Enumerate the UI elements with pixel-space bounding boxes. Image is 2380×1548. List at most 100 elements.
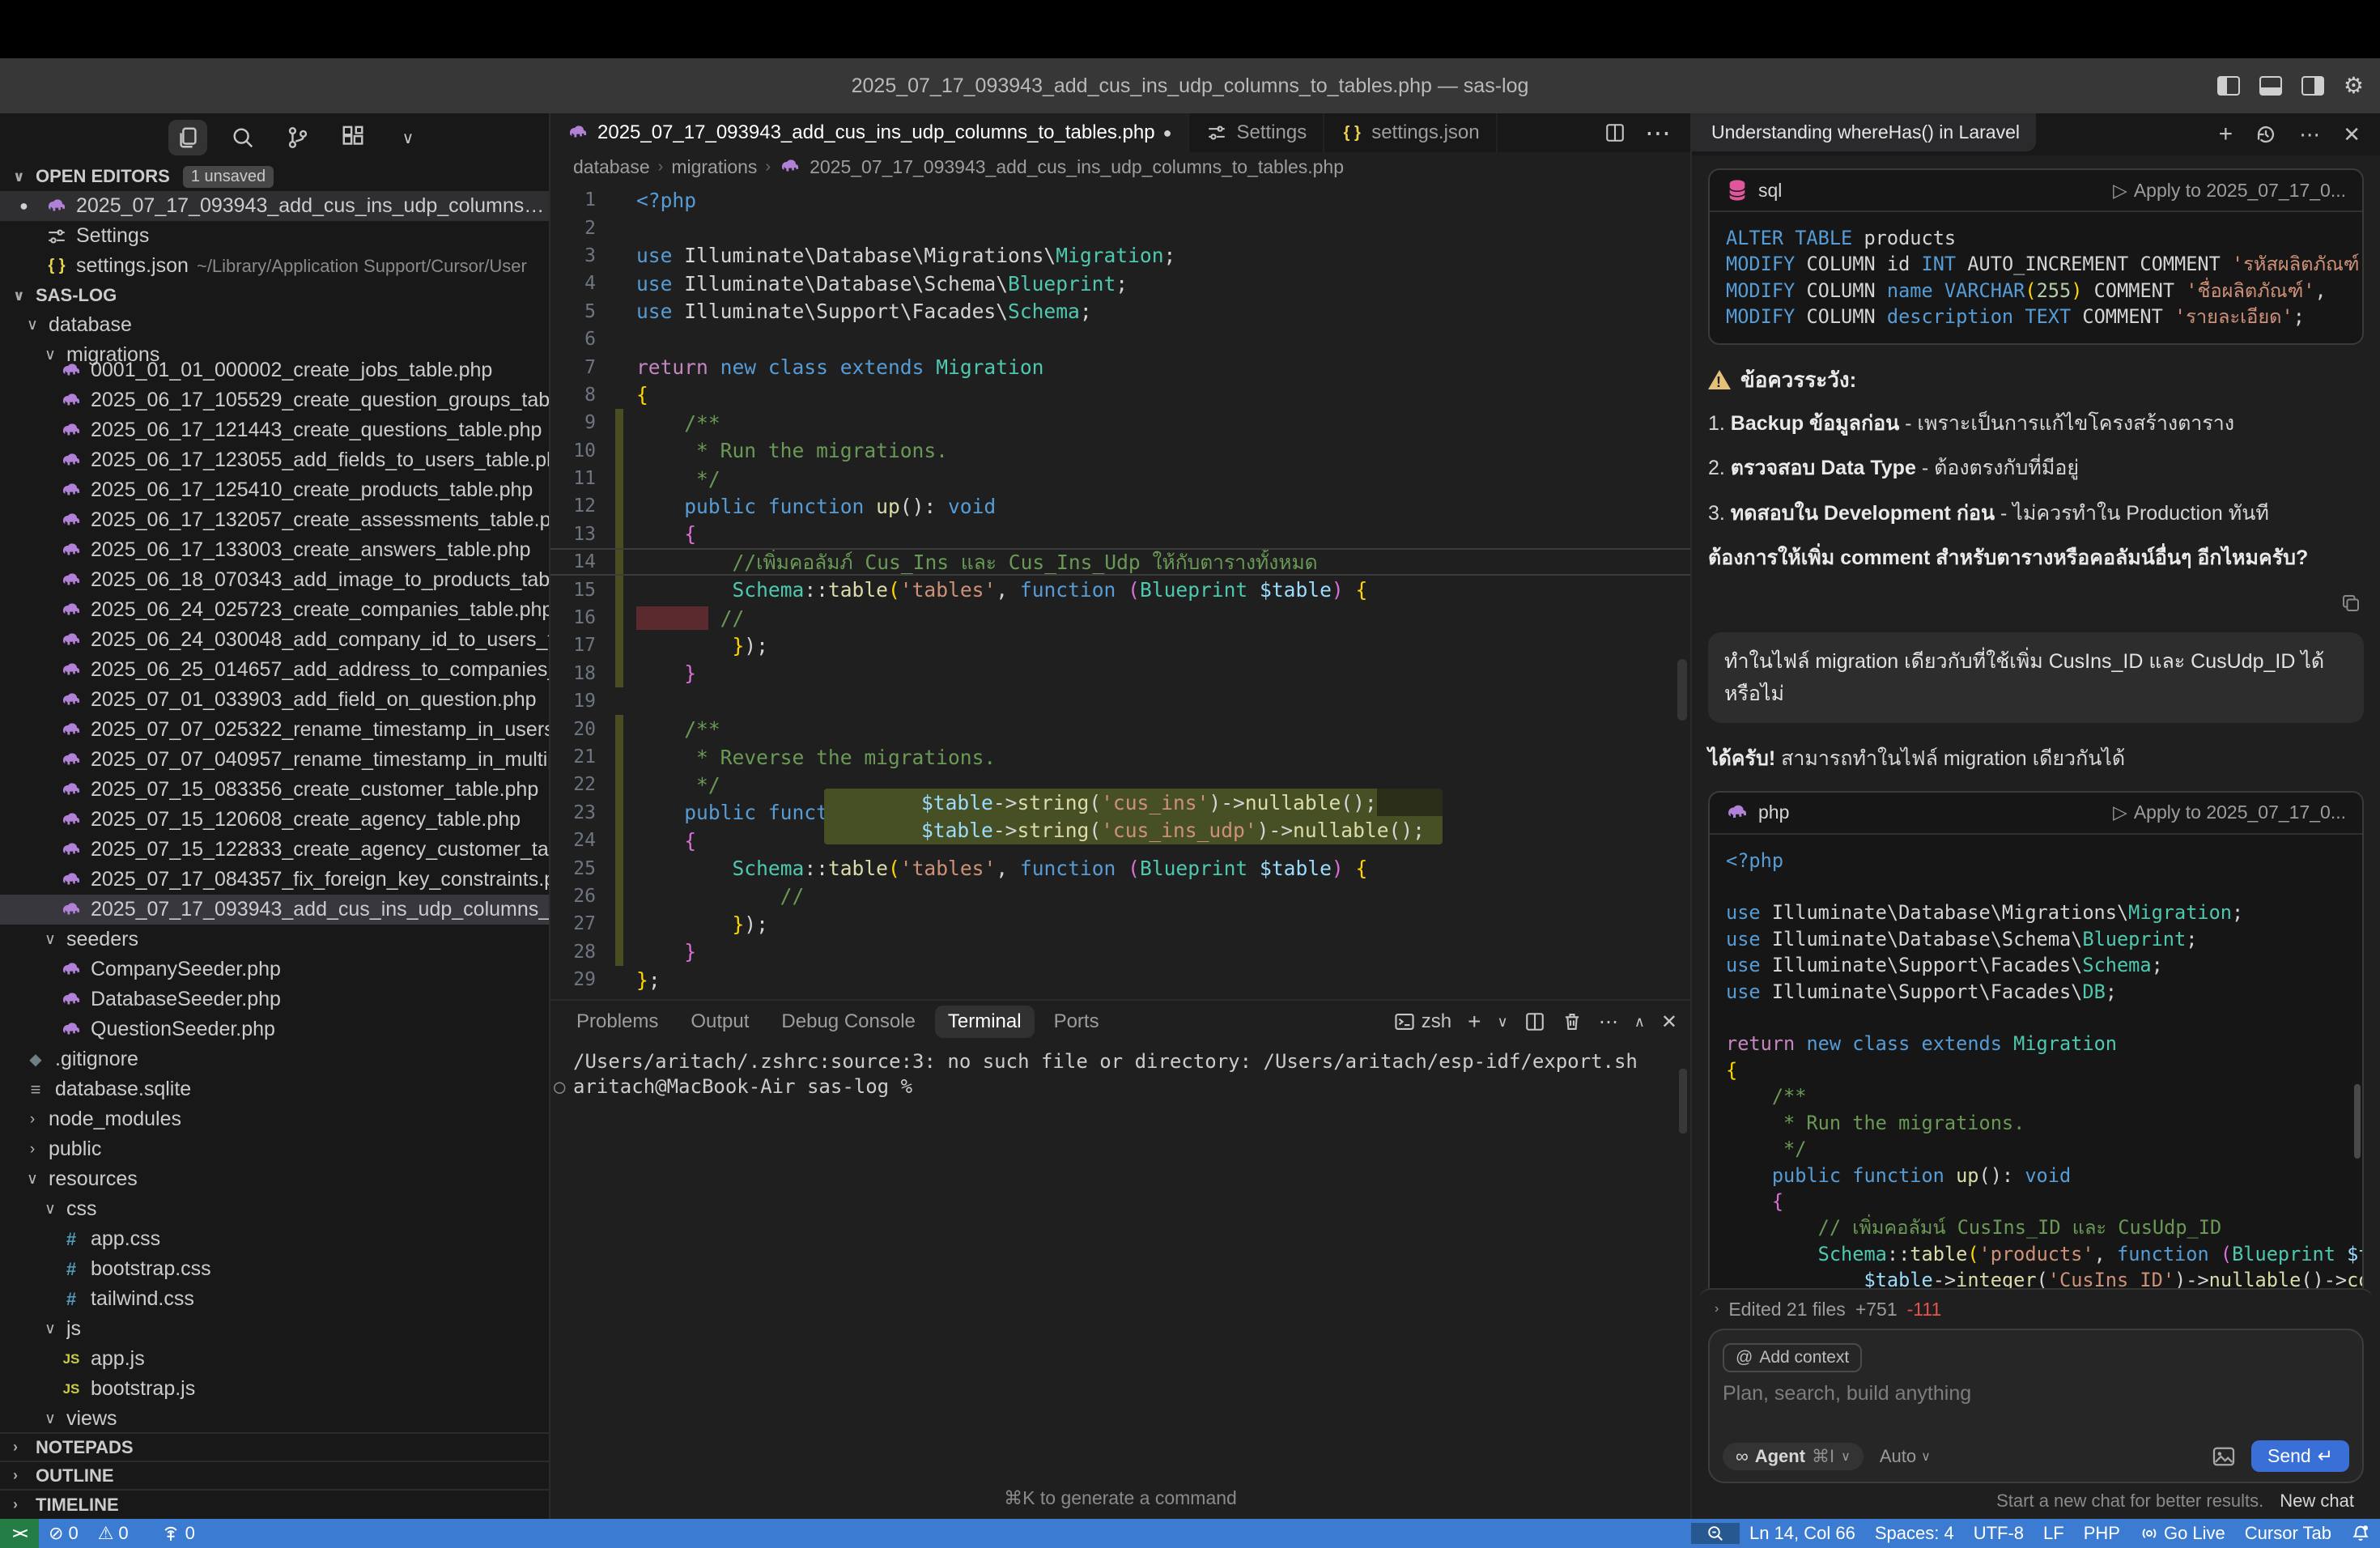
chat-messages[interactable]: sql ▷Apply to 2025_07_17_0... ALTER TABL… (1692, 155, 2380, 1288)
tree-file[interactable]: 2025_07_17_093943_add_cus_ins_udp_column… (0, 895, 549, 925)
status-ports-icon[interactable]: 0 (151, 1523, 205, 1544)
send-button[interactable]: Send↵ (2251, 1440, 2349, 1472)
chat-tab[interactable]: Understanding whereHas() in Laravel (1692, 113, 2036, 151)
code-line-11[interactable]: 11 */ (550, 465, 1690, 492)
code-line-6[interactable]: 6 (550, 325, 1690, 353)
tree-file[interactable]: 2025_06_24_025723_create_companies_table… (0, 595, 549, 625)
code-line-26[interactable]: 26 // (550, 882, 1690, 910)
code-editor[interactable]: 1<?php23use Illuminate\Database\Migratio… (550, 181, 1690, 999)
search-icon[interactable] (223, 120, 262, 155)
code-line-12[interactable]: 12 public function up(): void (550, 492, 1690, 520)
breadcrumb-item[interactable]: database (573, 156, 650, 178)
status-item-lf[interactable]: LF (2034, 1523, 2074, 1544)
inline-ai-suggestion[interactable]: $table->string('cus_ins')->nullable();$t… (824, 789, 1443, 844)
tree-file[interactable]: 2025_06_17_125410_create_products_table.… (0, 475, 549, 505)
tree-folder-seeders[interactable]: ∨seeders (0, 925, 549, 955)
project-root-header[interactable]: ∨ SAS-LOG (0, 281, 549, 310)
agent-mode-selector[interactable]: ∞Agent⌘I∨ (1723, 1443, 1864, 1470)
code-line-10[interactable]: 10 * Run the migrations. (550, 437, 1690, 465)
open-editor-item[interactable]: Settings (0, 221, 549, 251)
code-line-7[interactable]: 7return new class extends Migration (550, 353, 1690, 381)
code-line-29[interactable]: 29}; (550, 966, 1690, 993)
open-editors-icon[interactable] (168, 120, 207, 155)
collapse-panel-icon[interactable]: ∧ (1634, 1014, 1645, 1031)
code-line-2[interactable]: 2 (550, 214, 1690, 241)
tree-file[interactable]: 2025_06_17_123055_add_fields_to_users_ta… (0, 445, 549, 475)
new-chat-icon[interactable]: + (2219, 121, 2233, 148)
panel-tab-ports[interactable]: Ports (1041, 1006, 1112, 1038)
attach-image-icon[interactable] (2212, 1447, 2235, 1466)
tree-file[interactable]: 2025_06_18_070343_add_image_to_products_… (0, 565, 549, 595)
panel-tab-terminal[interactable]: Terminal (935, 1006, 1035, 1038)
tree-folder-database[interactable]: ∨database (0, 310, 549, 340)
tree-file[interactable]: 2025_07_07_025322_rename_timestamp_in_us… (0, 715, 549, 745)
apply-button[interactable]: ▷Apply to 2025_07_17_0... (2113, 802, 2346, 823)
tree-file[interactable]: JSbootstrap.js (0, 1374, 549, 1404)
edited-files-row[interactable]: › Edited 21 files +751-111 (1698, 1290, 2374, 1329)
tree-file[interactable]: 2025_06_24_030048_add_company_id_to_user… (0, 625, 549, 655)
code-line-28[interactable]: 28 } (550, 938, 1690, 966)
status-item-utf-8[interactable]: UTF-8 (1964, 1523, 2034, 1544)
open-editors-header[interactable]: ∨ OPEN EDITORS 1 unsaved (0, 162, 549, 191)
tree-file[interactable]: #tailwind.css (0, 1284, 549, 1314)
code-line-18[interactable]: 18 } (550, 660, 1690, 687)
dropdown-icon[interactable]: ∨ (1498, 1014, 1508, 1031)
open-editor-item[interactable]: ●2025_07_17_093943_add_cus_ins_udp_colum… (0, 191, 549, 221)
tree-folder-node_modules[interactable]: ›node_modules (0, 1104, 549, 1134)
breadcrumb[interactable]: database›migrations›2025_07_17_093943_ad… (550, 152, 1690, 181)
model-selector[interactable]: Auto∨ (1880, 1446, 1931, 1467)
remote-indicator[interactable]: >< (0, 1519, 39, 1548)
notifications-bell-icon[interactable] (2341, 1524, 2380, 1543)
code-line-27[interactable]: 27 }); (550, 910, 1690, 938)
trash-icon[interactable] (1562, 1011, 1583, 1032)
source-control-icon[interactable] (278, 120, 317, 155)
new-terminal-icon[interactable]: + (1468, 1009, 1481, 1035)
panel-tab-debug-console[interactable]: Debug Console (768, 1006, 928, 1038)
close-icon[interactable]: ✕ (2343, 122, 2361, 147)
apply-button[interactable]: ▷Apply to 2025_07_17_0... (2113, 180, 2346, 202)
tree-file[interactable]: DatabaseSeeder.php (0, 985, 549, 1014)
status-item-cursor-tab[interactable]: Cursor Tab (2235, 1523, 2341, 1544)
code-line-1[interactable]: 1<?php (550, 186, 1690, 214)
user-message[interactable]: ทำในไฟล์ migration เดียวกับที่ใช้เพิ่ม C… (1708, 632, 2364, 723)
shell-indicator[interactable]: zsh (1394, 1010, 1451, 1033)
toggle-panel-icon[interactable] (2259, 76, 2282, 96)
tree-file[interactable]: 2025_07_15_083356_create_customer_table.… (0, 775, 549, 805)
editor-scrollbar[interactable] (1677, 659, 1687, 721)
tree-file[interactable]: 2025_07_15_122833_create_agency_customer… (0, 835, 549, 865)
tree-file[interactable]: 2025_07_07_040957_rename_timestamp_in_mu… (0, 745, 549, 775)
code-line-14[interactable]: 14 //เพิ่มคอลัมภ์ Cus_Ins และ Cus_Ins_Ud… (550, 548, 1690, 576)
status-item-php[interactable]: PHP (2074, 1523, 2130, 1544)
chat-input-placeholder[interactable]: Plan, search, build anything (1723, 1382, 2349, 1431)
add-context-button[interactable]: @Add context (1723, 1343, 1862, 1372)
chat-input-box[interactable]: @Add context Plan, search, build anythin… (1708, 1329, 2364, 1483)
code-line-3[interactable]: 3use Illuminate\Database\Migrations\Migr… (550, 242, 1690, 270)
more-icon[interactable]: ⋯ (2299, 122, 2320, 147)
close-panel-icon[interactable]: ✕ (1661, 1010, 1677, 1034)
extensions-icon[interactable] (334, 120, 372, 155)
code-line-17[interactable]: 17 }); (550, 632, 1690, 659)
status-item-ln-14-col-66[interactable]: Ln 14, Col 66 (1740, 1523, 1865, 1544)
more-icon[interactable]: ⋯ (1599, 1010, 1618, 1034)
tree-file[interactable]: ≡database.sqlite (0, 1074, 549, 1104)
titlebar[interactable]: 2025_07_17_093943_add_cus_ins_udp_column… (0, 58, 2380, 113)
open-editor-item[interactable]: { }settings.json~/Library/Application Su… (0, 251, 549, 281)
status-search-icon[interactable] (1691, 1523, 1740, 1544)
panel-tab-output[interactable]: Output (678, 1006, 762, 1038)
split-editor-icon[interactable] (1604, 122, 1626, 143)
terminal-scrollbar[interactable] (1679, 1069, 1687, 1133)
more-actions-icon[interactable]: ⋯ (1645, 117, 1671, 148)
panel-tab-problems[interactable]: Problems (563, 1006, 671, 1038)
tree-file[interactable]: #app.css (0, 1224, 549, 1254)
copy-icon[interactable] (2341, 593, 2361, 613)
code-line-16[interactable]: 16 // (550, 604, 1690, 632)
tree-file[interactable]: ◆.gitignore (0, 1044, 549, 1074)
code-line-15[interactable]: 15 Schema::table('tables', function (Blu… (550, 576, 1690, 603)
tree-file[interactable]: #bootstrap.css (0, 1254, 549, 1284)
code-line-25[interactable]: 25 Schema::table('tables', function (Blu… (550, 854, 1690, 882)
history-icon[interactable] (2255, 124, 2276, 145)
editor-tab[interactable]: 2025_07_17_093943_add_cus_ins_udp_column… (550, 113, 1189, 152)
tree-file[interactable]: 2025_06_17_133003_create_answers_table.p… (0, 535, 549, 565)
tree-folder-public[interactable]: ›public (0, 1134, 549, 1164)
tree-file[interactable]: 2025_06_25_014657_add_address_to_compani… (0, 655, 549, 685)
